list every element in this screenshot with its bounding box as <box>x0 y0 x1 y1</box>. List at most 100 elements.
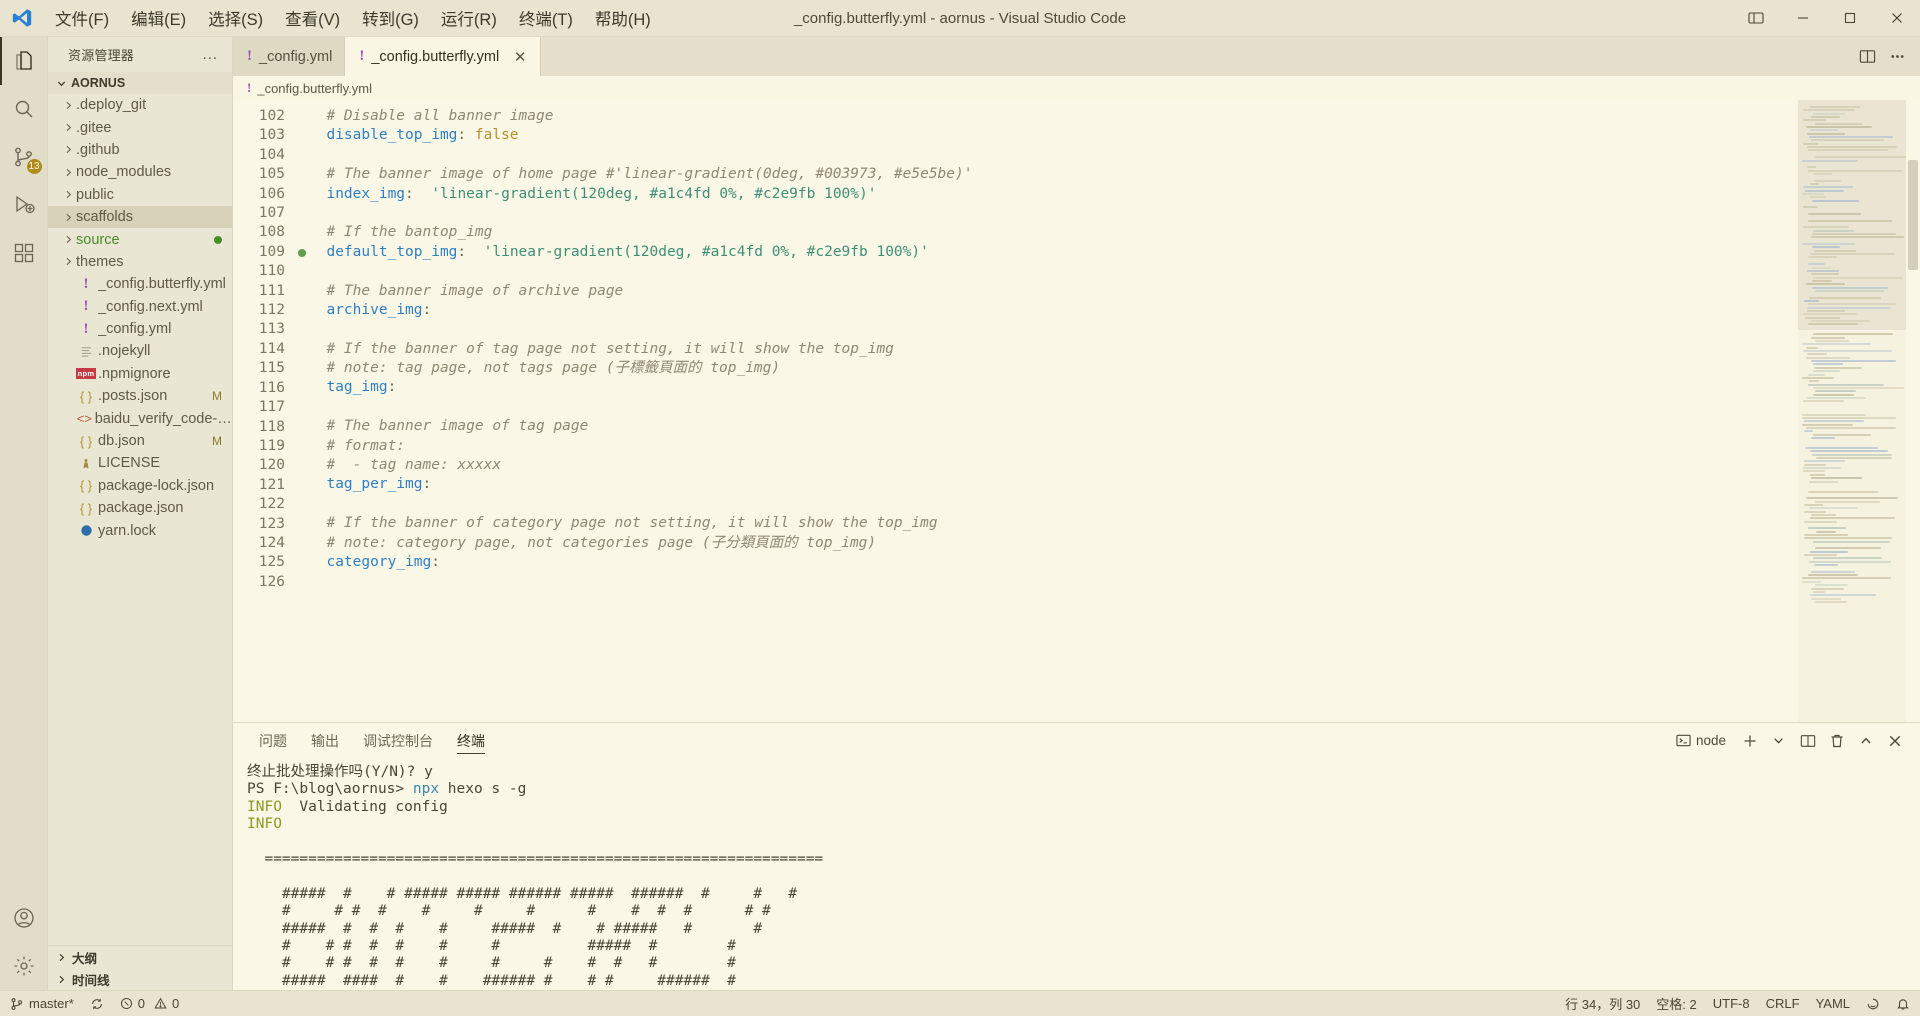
tree-root-aornus[interactable]: AORNUS <box>48 72 232 94</box>
minimap-line <box>1812 267 1831 269</box>
close-panel-icon[interactable] <box>1881 727 1908 754</box>
tree-item-label: .deploy_git <box>76 97 146 113</box>
chevron-down-icon[interactable] <box>1765 727 1792 754</box>
status-indentation[interactable]: 空格: 2 <box>1648 991 1704 1016</box>
more-actions-icon[interactable] <box>1884 44 1910 70</box>
json-icon: { } <box>76 478 96 493</box>
minimap-line <box>1807 133 1845 135</box>
line-number: 112 <box>233 301 295 320</box>
code-content[interactable]: # Disable all banner image disable_top_i… <box>309 100 1798 722</box>
minimap-line <box>1815 601 1846 603</box>
section-timeline[interactable]: 时间线 <box>48 968 232 990</box>
status-branch[interactable]: master* <box>2 991 82 1016</box>
minimap-line <box>1813 173 1832 175</box>
customize-layout-icon[interactable] <box>1732 0 1779 37</box>
tree-file--config-yml[interactable]: !_config.yml <box>48 318 232 340</box>
editor: 1021031041051061071081091101111121131141… <box>233 100 1920 722</box>
minimap-line <box>1809 380 1819 382</box>
tree-folder--gitee[interactable]: .gitee <box>48 116 232 138</box>
tab-close-icon[interactable]: ✕ <box>512 48 528 66</box>
tree-folder-source[interactable]: source <box>48 228 232 250</box>
activity-settings[interactable] <box>0 942 48 990</box>
activity-explorer[interactable] <box>0 37 48 85</box>
minimap-line <box>1811 360 1896 362</box>
minimap-line <box>1811 337 1846 339</box>
breadcrumb[interactable]: ! _config.butterfly.yml <box>233 76 1920 100</box>
tree-file-yarn-lock[interactable]: yarn.lock <box>48 519 232 541</box>
activity-bar: 13 <box>0 37 48 990</box>
tree-file-baidu-verify-code-jsof-[interactable]: <>baidu_verify_code-JsoF... <box>48 407 232 429</box>
terminal-output[interactable]: 终止批处理操作吗(Y/N)? yPS F:\blog\aornus> npx h… <box>233 758 1920 990</box>
new-terminal-icon[interactable] <box>1736 727 1763 754</box>
yarn-icon <box>76 524 96 537</box>
chevron-right-icon <box>60 122 76 133</box>
activity-run-debug[interactable] <box>0 181 48 229</box>
tree-folder--github[interactable]: .github <box>48 139 232 161</box>
activity-search[interactable] <box>0 85 48 133</box>
panel-tab-output[interactable]: 输出 <box>299 723 351 758</box>
status-encoding[interactable]: UTF-8 <box>1705 991 1758 1016</box>
status-problems[interactable]: 0 0 <box>112 991 187 1016</box>
menu-run[interactable]: 运行(R) <box>430 4 508 32</box>
tree-file--posts-json[interactable]: { }.posts.jsonM <box>48 385 232 407</box>
status-cursor-position[interactable]: 行 34，列 30 <box>1557 991 1648 1016</box>
status-language-mode[interactable]: YAML <box>1808 991 1858 1016</box>
split-editor-icon[interactable] <box>1854 44 1880 70</box>
section-outline[interactable]: 大纲 <box>48 946 232 968</box>
sidebar-more-icon[interactable]: … <box>196 46 224 64</box>
maximize-button[interactable] <box>1826 0 1873 37</box>
menu-file[interactable]: 文件(F) <box>44 4 120 32</box>
sidebar-header: 资源管理器 … <box>48 37 232 72</box>
scrollbar-thumb[interactable] <box>1908 160 1918 270</box>
panel-tab-problems[interactable]: 问题 <box>247 723 299 758</box>
tree-folder-scaffolds[interactable]: scaffolds <box>48 206 232 228</box>
tree-file--config-butterfly-yml[interactable]: !_config.butterfly.yml <box>48 273 232 295</box>
tree-file-package-lock-json[interactable]: { }package-lock.json <box>48 475 232 497</box>
status-feedback-icon[interactable] <box>1858 991 1888 1016</box>
menu-view[interactable]: 查看(V) <box>274 4 351 32</box>
activity-extensions[interactable] <box>0 229 48 277</box>
tree-file-license[interactable]: LICENSE <box>48 452 232 474</box>
minimap-line <box>1808 384 1884 386</box>
tree-file--npmignore[interactable]: npm.npmignore <box>48 363 232 385</box>
menu-selection[interactable]: 选择(S) <box>197 4 274 32</box>
activity-source-control[interactable]: 13 <box>0 133 48 181</box>
terminal-profile-button[interactable]: node <box>1671 727 1734 754</box>
minimap-line <box>1808 170 1901 172</box>
tree-file--nojekyll[interactable]: .nojekyll <box>48 340 232 362</box>
minimap-line <box>1803 350 1892 352</box>
menu-help[interactable]: 帮助(H) <box>584 4 662 32</box>
tree-folder--deploy-git[interactable]: .deploy_git <box>48 94 232 116</box>
tab-config-butterfly-yml[interactable]: ! _config.butterfly.yml ✕ <box>345 37 541 76</box>
tab-config-yml[interactable]: ! _config.yml <box>233 37 345 76</box>
status-eol[interactable]: CRLF <box>1758 991 1808 1016</box>
status-sync[interactable] <box>82 991 112 1016</box>
minimap-line <box>1811 116 1839 118</box>
activity-accounts[interactable] <box>0 894 48 942</box>
editor-scrollbar[interactable] <box>1906 100 1920 722</box>
minimize-button[interactable] <box>1779 0 1826 37</box>
maximize-panel-icon[interactable] <box>1852 727 1879 754</box>
tree-file-db-json[interactable]: { }db.jsonM <box>48 430 232 452</box>
tree-folder-node-modules[interactable]: node_modules <box>48 161 232 183</box>
tree-file--config-next-yml[interactable]: !_config.next.yml <box>48 296 232 318</box>
split-terminal-icon[interactable] <box>1794 727 1821 754</box>
trash-icon[interactable] <box>1823 727 1850 754</box>
minimap[interactable] <box>1798 100 1906 722</box>
git-modified-dot <box>214 233 232 247</box>
panel-tab-terminal[interactable]: 终端 <box>445 723 497 758</box>
status-notifications-icon[interactable] <box>1888 991 1918 1016</box>
tree-folder-public[interactable]: public <box>48 184 232 206</box>
minimap-line <box>1813 370 1840 372</box>
minimap-line <box>1810 106 1860 108</box>
close-button[interactable] <box>1873 0 1920 37</box>
menu-terminal[interactable]: 终端(T) <box>508 4 584 32</box>
code-line <box>309 572 1798 591</box>
menu-edit[interactable]: 编辑(E) <box>120 4 197 32</box>
menu-go[interactable]: 转到(G) <box>351 4 430 32</box>
panel-tab-debug-console[interactable]: 调试控制台 <box>351 723 445 758</box>
tree-file-package-json[interactable]: { }package.json <box>48 497 232 519</box>
tree-folder-themes[interactable]: themes <box>48 251 232 273</box>
code-area[interactable]: 1021031041051061071081091101111121131141… <box>233 100 1798 722</box>
tree-item-label: .gitee <box>76 120 111 136</box>
